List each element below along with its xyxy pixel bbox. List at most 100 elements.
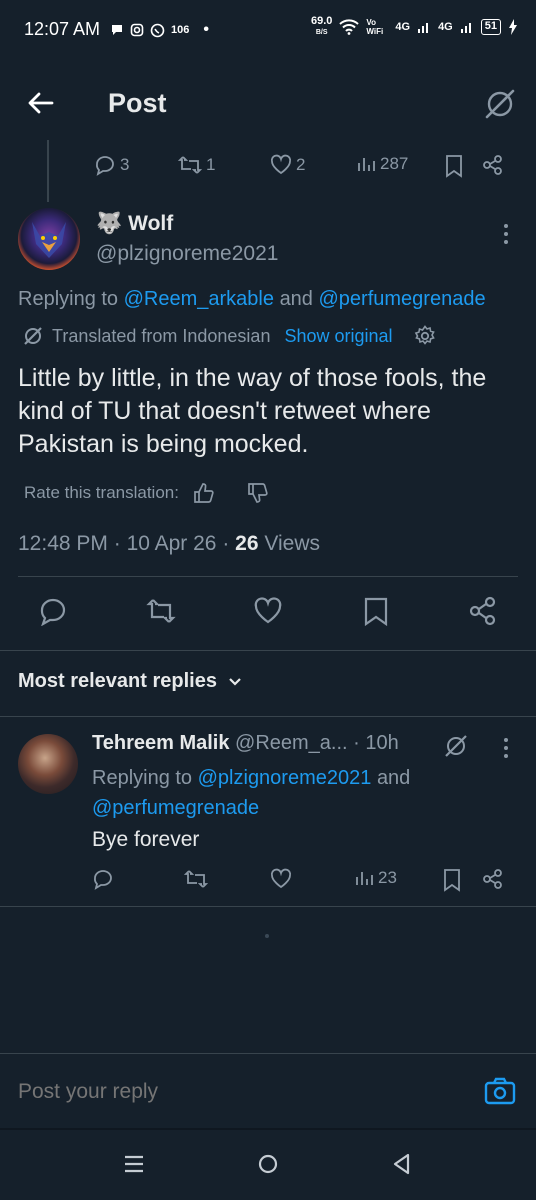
views-count: 287: [380, 154, 409, 173]
post-date: 10 Apr 26: [126, 532, 217, 555]
share-icon[interactable]: [482, 868, 504, 890]
notification-icons: 106 •: [110, 21, 209, 39]
network-type-1: 4G: [395, 21, 411, 33]
grok-icon[interactable]: [442, 732, 470, 760]
share-icon[interactable]: [468, 596, 498, 626]
replies-sort-dropdown[interactable]: Most relevant replies: [18, 670, 243, 693]
loading-indicator: [265, 934, 269, 938]
reply-icon: [96, 156, 114, 176]
app-header: Post: [0, 72, 536, 136]
signal-icon: [460, 23, 471, 33]
repost-button[interactable]: 1: [178, 154, 215, 176]
reply-icon[interactable]: [92, 868, 114, 890]
views-button[interactable]: 23: [354, 868, 397, 888]
repost-icon: [178, 156, 202, 174]
post-text: Little by little, in the way of those fo…: [18, 364, 487, 458]
repost-icon[interactable]: [184, 868, 208, 890]
repost-count: 1: [206, 155, 216, 174]
avatar[interactable]: [18, 208, 80, 270]
mention-link[interactable]: @perfumegrenade: [92, 797, 259, 819]
reply-author-row: Tehreem Malik @Reem_a... · 10h: [92, 732, 399, 755]
reply-handle[interactable]: @Reem_a...: [235, 732, 348, 754]
thumbs-down-icon[interactable]: [247, 482, 269, 504]
repost-icon[interactable]: [146, 596, 176, 626]
translated-label: Translated from Indonesian: [52, 325, 271, 346]
mention-link[interactable]: @perfumegrenade: [319, 288, 486, 310]
more-notifications-dot: •: [203, 21, 209, 38]
back-arrow-icon[interactable]: [26, 88, 56, 118]
post-metadata: 12:48 PM · 10 Apr 26 · 26 Views: [18, 532, 321, 555]
chat-bubble-icon: [112, 25, 122, 35]
notification-count: 106: [171, 24, 190, 36]
divider: [0, 650, 536, 651]
rate-label: Rate this translation:: [24, 483, 179, 502]
author-name-row[interactable]: 🐺 Wolf: [96, 212, 173, 236]
chevron-down-icon: [229, 677, 241, 686]
wolf-emoji: 🐺: [96, 212, 123, 235]
share-icon[interactable]: [482, 154, 504, 176]
bookmark-icon[interactable]: [444, 154, 464, 178]
more-options-icon[interactable]: [500, 736, 512, 760]
handle[interactable]: @plzignoreme2021: [96, 242, 278, 266]
mention-link[interactable]: @plzignoreme2021: [198, 767, 372, 789]
thumbs-up-icon[interactable]: [193, 482, 215, 504]
analytics-icon: [358, 158, 375, 171]
network-speed: 69.0 B/S: [310, 15, 333, 37]
instagram-icon: [130, 23, 144, 37]
battery-level: 51: [480, 19, 501, 35]
camera-icon[interactable]: [484, 1076, 516, 1106]
reply-button[interactable]: 3: [94, 154, 129, 176]
heart-icon[interactable]: [270, 868, 292, 890]
reply-icon[interactable]: [38, 596, 68, 626]
replies-sort-label: Most relevant replies: [18, 670, 217, 692]
reply-actions: 23: [92, 868, 512, 894]
show-original-link[interactable]: Show original: [284, 326, 392, 347]
gear-icon[interactable]: [413, 324, 437, 348]
views-count: 23: [378, 868, 397, 887]
views-count: 26: [235, 532, 259, 555]
views-label: Views: [264, 532, 321, 555]
translation-bar: Translated from Indonesian Show original: [22, 324, 437, 348]
bookmark-icon[interactable]: [442, 868, 462, 892]
reply-count: 3: [120, 155, 130, 174]
divider: [0, 906, 536, 907]
grok-icon[interactable]: [482, 86, 518, 122]
reply-text: Bye forever: [92, 828, 200, 851]
grok-translate-icon: [24, 327, 42, 345]
reply-input[interactable]: [18, 1074, 458, 1110]
reply-composer: [0, 1054, 536, 1128]
mention-link[interactable]: @Reem_arkable: [124, 288, 274, 310]
charging-icon: [509, 19, 517, 35]
analytics-icon: [356, 872, 373, 885]
recent-apps-icon[interactable]: [122, 1152, 146, 1176]
like-button[interactable]: 2: [270, 154, 305, 176]
avatar[interactable]: [18, 734, 78, 794]
post-time: 12:48 PM: [18, 532, 108, 555]
reply-time: · 10h: [353, 732, 399, 754]
thread-line: [47, 140, 49, 202]
back-icon[interactable]: [390, 1152, 414, 1176]
wifi-icon: [339, 19, 360, 35]
network-type-2: 4G: [438, 21, 453, 33]
divider: [0, 716, 536, 717]
wolf-avatar-image: [32, 222, 66, 258]
bookmark-icon[interactable]: [361, 596, 391, 626]
status-bar: 12:07 AM 106 • 69.0 B/S Vo WiFi 4G 4G 51: [0, 0, 536, 62]
display-name: Wolf: [128, 212, 174, 235]
like-count: 2: [296, 155, 306, 174]
reply-replying-to: Replying to @plzignoreme2021 and @perfum…: [92, 767, 411, 819]
status-indicators: 69.0 B/S Vo WiFi 4G 4G 51: [311, 16, 518, 38]
whatsapp-icon: [150, 23, 165, 37]
views-button[interactable]: 287: [356, 154, 408, 174]
vowifi-label: Vo WiFi: [366, 18, 384, 36]
home-icon[interactable]: [256, 1152, 280, 1176]
status-time: 12:07 AM: [24, 19, 101, 39]
rate-translation: Rate this translation:: [24, 482, 269, 504]
page-title: Post: [108, 88, 167, 118]
heart-icon[interactable]: [253, 596, 283, 626]
more-options-icon[interactable]: [500, 222, 512, 246]
signal-icon: [418, 23, 429, 33]
replying-to-line: Replying to @Reem_arkable and @perfumegr…: [18, 288, 486, 310]
reply-display-name[interactable]: Tehreem Malik: [92, 732, 229, 754]
heart-icon: [270, 154, 292, 175]
